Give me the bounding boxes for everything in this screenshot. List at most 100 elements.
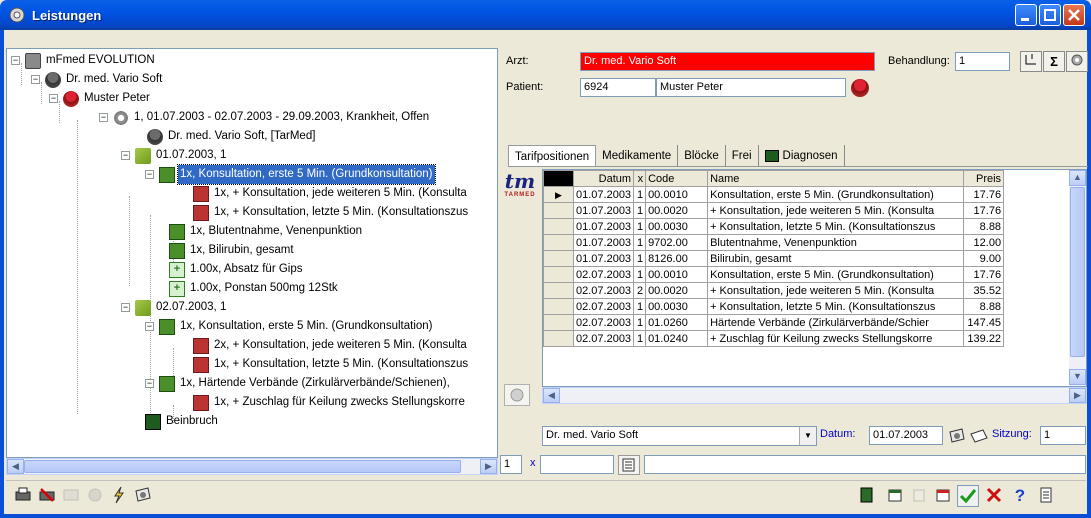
behandlung-field[interactable]: 1: [955, 52, 1010, 71]
table-icon[interactable]: [932, 485, 954, 507]
services-tree[interactable]: − mFmed EVOLUTION − Dr. med. Vario Soft …: [6, 48, 498, 458]
cell-datum[interactable]: 01.07.2003: [572, 202, 635, 219]
row-indicator[interactable]: [543, 266, 574, 283]
cell-datum[interactable]: 02.07.2003: [572, 314, 635, 331]
calendar-open-icon[interactable]: [969, 426, 989, 446]
tree-item[interactable]: 2x, + Konsultation, jede weiteren 5 Min.…: [193, 336, 469, 355]
collapse-toggle[interactable]: −: [121, 151, 130, 160]
scroll-down-button[interactable]: ▼: [1069, 369, 1086, 385]
scroll-right-button[interactable]: ▶: [480, 459, 497, 474]
datum-field[interactable]: 01.07.2003: [869, 426, 943, 445]
cell-name[interactable]: + Konsultation, letzte 5 Min. (Konsultat…: [707, 298, 965, 315]
cell-datum[interactable]: 01.07.2003: [572, 218, 635, 235]
cell-code[interactable]: 00.0010: [645, 266, 709, 283]
cell-x[interactable]: 1: [633, 298, 647, 315]
tree-horizontal-scrollbar[interactable]: ◀ ▶: [6, 458, 498, 475]
table-row[interactable]: ▶ 01.07.2003 1 00.0010 Konsultation, erste 5…: [543, 186, 1005, 203]
new-treatment-button[interactable]: [1020, 51, 1042, 72]
collapse-toggle[interactable]: −: [31, 75, 40, 84]
tree-item[interactable]: − 01.07.2003, 1: [121, 146, 228, 165]
tree-item-selected[interactable]: − 1x, Konsultation, erste 5 Min. (Grundk…: [145, 164, 436, 185]
cell-x[interactable]: 1: [633, 218, 647, 235]
collapse-toggle[interactable]: −: [49, 94, 58, 103]
tree-item[interactable]: + 1.00x, Ponstan 500mg 12Stk: [169, 279, 340, 298]
cell-name[interactable]: Konsultation, erste 5 Min. (Grundkonsult…: [707, 266, 965, 283]
cell-name[interactable]: + Konsultation, jede weiteren 5 Min. (Ko…: [707, 282, 965, 299]
chevron-down-icon[interactable]: ▼: [799, 427, 816, 445]
cell-code[interactable]: 01.0240: [645, 330, 709, 347]
cell-preis[interactable]: 8.88: [963, 298, 1005, 315]
cell-code[interactable]: 00.0010: [645, 186, 709, 203]
minimize-button[interactable]: [1015, 4, 1037, 26]
cell-name[interactable]: Blutentnahme, Venenpunktion: [707, 234, 965, 251]
cell-x[interactable]: 1: [633, 330, 647, 347]
cell-name[interactable]: Härtende Verbände (Zirkulärverbände/Schi…: [707, 314, 965, 331]
lightning-icon[interactable]: [108, 485, 130, 507]
name-input[interactable]: [644, 455, 1086, 474]
lookup-icon[interactable]: [618, 455, 640, 475]
new-entry-icon[interactable]: [884, 485, 906, 507]
calendar-icon[interactable]: [132, 485, 154, 507]
cell-datum[interactable]: 02.07.2003: [572, 330, 635, 347]
scroll-thumb[interactable]: [24, 460, 461, 473]
cell-code[interactable]: 00.0020: [645, 202, 709, 219]
cell-code[interactable]: 00.0030: [645, 218, 709, 235]
quantity-field[interactable]: 1: [500, 455, 522, 474]
cell-code[interactable]: 00.0030: [645, 298, 709, 315]
cell-x[interactable]: 1: [633, 186, 647, 203]
tab-medikamente[interactable]: Medikamente: [596, 145, 679, 167]
patient-icon[interactable]: [851, 79, 869, 97]
table-row[interactable]: 01.07.2003 1 00.0020 + Konsultation, jede w…: [543, 202, 1005, 219]
row-indicator[interactable]: [543, 282, 574, 299]
cell-name[interactable]: + Konsultation, letzte 5 Min. (Konsultat…: [707, 218, 965, 235]
collapse-toggle[interactable]: −: [145, 170, 154, 179]
cancel-icon[interactable]: [983, 485, 1005, 507]
collapse-toggle[interactable]: −: [121, 303, 130, 312]
cell-preis[interactable]: 8.88: [963, 218, 1005, 235]
tree-item[interactable]: 1x, Blutentnahme, Venenpunktion: [169, 222, 364, 241]
cell-name[interactable]: Bilirubin, gesamt: [707, 250, 965, 267]
grid-horizontal-scrollbar[interactable]: ◀ ▶: [542, 387, 1087, 404]
cell-preis[interactable]: 9.00: [963, 250, 1005, 267]
cell-preis[interactable]: 147.45: [963, 314, 1005, 331]
tab-tarifpositionen[interactable]: Tarifpositionen: [508, 145, 597, 167]
cell-x[interactable]: 1: [633, 314, 647, 331]
col-code[interactable]: Code: [645, 170, 709, 187]
cell-code[interactable]: 9702.00: [645, 234, 709, 251]
cell-x[interactable]: 1: [633, 202, 647, 219]
table-row[interactable]: 01.07.2003 1 00.0030 + Konsultation, letzte…: [543, 218, 1005, 235]
tree-item[interactable]: − 1, 01.07.2003 - 02.07.2003 - 29.09.200…: [99, 108, 431, 127]
tree-item[interactable]: 1x, Bilirubin, gesamt: [169, 241, 296, 260]
tree-item[interactable]: − mFmed EVOLUTION: [11, 51, 157, 70]
scroll-left-button[interactable]: ◀: [7, 459, 24, 474]
collapse-toggle[interactable]: −: [99, 113, 108, 122]
table-row[interactable]: 02.07.2003 1 00.0010 Konsultation, erste 5 …: [543, 266, 1005, 283]
cell-datum[interactable]: 01.07.2003: [572, 250, 635, 267]
tab-bloecke[interactable]: Blöcke: [678, 145, 726, 167]
row-indicator[interactable]: ▶: [543, 186, 574, 203]
close-button[interactable]: [1063, 4, 1085, 26]
scroll-up-button[interactable]: ▲: [1069, 170, 1086, 186]
table-row[interactable]: 01.07.2003 1 8126.00 Bilirubin, gesamt 9.00: [543, 250, 1005, 267]
tree-item[interactable]: 1x, + Konsultation, letzte 5 Min. (Konsu…: [193, 203, 470, 222]
cell-name[interactable]: Konsultation, erste 5 Min. (Grundkonsult…: [707, 186, 965, 203]
book-icon[interactable]: [856, 485, 878, 507]
cell-preis[interactable]: 17.76: [963, 266, 1005, 283]
cell-preis[interactable]: 139.22: [963, 330, 1005, 347]
cell-code[interactable]: 8126.00: [645, 250, 709, 267]
table-row[interactable]: 02.07.2003 2 00.0020 + Konsultation, jede w…: [543, 282, 1005, 299]
scroll-right-button[interactable]: ▶: [1069, 388, 1086, 403]
sitzung-field[interactable]: 1: [1040, 426, 1086, 445]
confirm-icon[interactable]: [957, 485, 979, 507]
settings-icon[interactable]: [1066, 51, 1088, 72]
notes-icon[interactable]: [1035, 485, 1057, 507]
code-input[interactable]: [540, 455, 614, 474]
tab-diagnosen[interactable]: Diagnosen: [759, 145, 845, 167]
tree-item[interactable]: Dr. med. Vario Soft, [TarMed]: [147, 127, 317, 146]
col-x[interactable]: x: [633, 170, 647, 187]
calendar-icon[interactable]: [947, 426, 967, 446]
cell-x[interactable]: 2: [633, 282, 647, 299]
tree-item[interactable]: 1x, + Konsultation, letzte 5 Min. (Konsu…: [193, 355, 470, 374]
col-name[interactable]: Name: [707, 170, 965, 187]
collapse-toggle[interactable]: −: [11, 56, 20, 65]
